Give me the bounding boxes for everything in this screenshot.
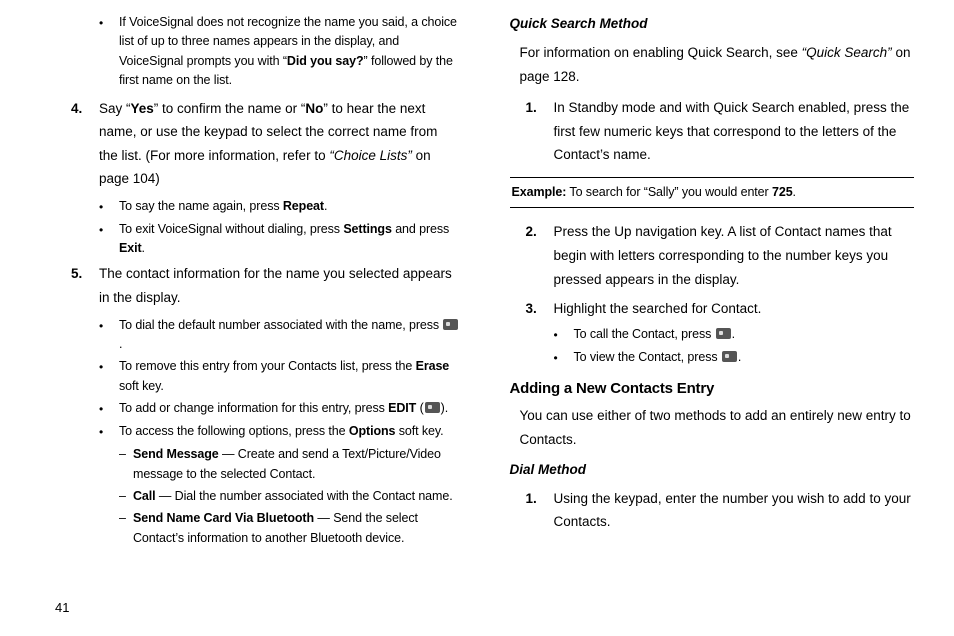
text-bold: Options <box>349 424 396 438</box>
text-bold: Did you say? <box>287 54 364 68</box>
text: . <box>738 350 741 364</box>
bullet-view-contact: • To view the Contact, press . <box>554 348 915 368</box>
bullet-access-options: • To access the following options, press… <box>99 422 460 442</box>
text: To add or change information for this en… <box>119 401 388 415</box>
example-label: Example: <box>512 185 567 199</box>
bullet-call-contact: • To call the Contact, press . <box>554 325 915 345</box>
step-number: 3. <box>526 297 554 321</box>
step-number: 4. <box>71 97 99 192</box>
dash-name-card: – Send Name Card Via Bluetooth — Send th… <box>119 509 460 548</box>
qs-step-1: 1. In Standby mode and with Quick Search… <box>526 96 915 167</box>
text: To call the Contact, press <box>574 327 715 341</box>
text-bold: Repeat <box>283 199 324 213</box>
text-bold: Send Name Card Via Bluetooth <box>133 511 314 525</box>
bullet-dot-icon: • <box>99 316 119 355</box>
send-key-icon <box>443 319 458 330</box>
text-bold: EDIT <box>388 401 416 415</box>
bullet-dot-icon: • <box>99 422 119 442</box>
text: ” to confirm the name or “ <box>154 101 306 116</box>
bullet-dial-default: • To dial the default number associated … <box>99 316 460 355</box>
bullet-dot-icon: • <box>554 348 574 368</box>
qs-step-2: 2. Press the Up navigation key. A list o… <box>526 220 915 291</box>
ok-key-icon <box>425 402 440 413</box>
heading-adding-contacts: Adding a New Contacts Entry <box>510 377 915 400</box>
text: To view the Contact, press <box>574 350 721 364</box>
bullet-dot-icon: • <box>99 220 119 259</box>
text: To remove this entry from your Contacts … <box>119 359 416 373</box>
text: To say the name again, press <box>119 199 283 213</box>
dash-icon: – <box>119 487 133 506</box>
dash-icon: – <box>119 509 133 548</box>
text: soft key. <box>119 379 164 393</box>
text: To search for “Sally” you would enter <box>566 185 772 199</box>
text: In Standby mode and with Quick Search en… <box>554 96 915 167</box>
heading-dial-method: Dial Method <box>510 460 915 481</box>
text: Press the Up navigation key. A list of C… <box>554 220 915 291</box>
bullet-dot-icon: • <box>554 325 574 345</box>
text: . <box>793 185 796 199</box>
bullet-dot-icon: • <box>99 399 119 419</box>
example-box: Example: To search for “Sally” you would… <box>510 177 915 208</box>
text-bold: 725 <box>772 185 793 199</box>
text-bold: Yes <box>131 101 154 116</box>
dash-send-message: – Send Message — Create and send a Text/… <box>119 445 460 484</box>
text: Highlight the searched for Contact. <box>554 297 915 321</box>
bullet-voicesignal: • If VoiceSignal does not recognize the … <box>99 13 460 91</box>
heading-quick-search-method: Quick Search Method <box>510 14 915 35</box>
text: and press <box>392 222 449 236</box>
text: To dial the default number associated wi… <box>119 318 442 332</box>
text: . <box>732 327 735 341</box>
text: Using the keypad, enter the number you w… <box>554 487 915 534</box>
step-number: 5. <box>71 262 99 309</box>
text: . <box>324 199 327 213</box>
text-italic: “Quick Search” <box>802 45 892 60</box>
step-number: 1. <box>526 96 554 167</box>
text: Say “ <box>99 101 131 116</box>
step-4: 4. Say “Yes” to confirm the name or “No”… <box>71 97 460 192</box>
text-italic: “Choice Lists” <box>329 148 412 163</box>
ok-key-icon <box>722 351 737 362</box>
text-bold: Exit <box>119 241 142 255</box>
dash-icon: – <box>119 445 133 484</box>
page-number: 41 <box>55 598 69 618</box>
text-bold: No <box>305 101 323 116</box>
text: . <box>119 337 122 351</box>
text: — Dial the number associated with the Co… <box>156 489 453 503</box>
bullet-repeat: • To say the name again, press Repeat. <box>99 197 460 217</box>
bullet-exit: • To exit VoiceSignal without dialing, p… <box>99 220 460 259</box>
text-bold: Settings <box>343 222 392 236</box>
text: To access the following options, press t… <box>119 424 349 438</box>
dash-call: – Call — Dial the number associated with… <box>119 487 460 506</box>
document-page: • If VoiceSignal does not recognize the … <box>0 0 954 636</box>
text-bold: Erase <box>416 359 450 373</box>
text-bold: Call <box>133 489 156 503</box>
text: To exit VoiceSignal without dialing, pre… <box>119 222 343 236</box>
bullet-dot-icon: • <box>99 197 119 217</box>
bullet-dot-icon: • <box>99 357 119 396</box>
text: The contact information for the name you… <box>99 262 460 309</box>
text: For information on enabling Quick Search… <box>520 45 802 60</box>
step-number: 1. <box>526 487 554 534</box>
text: ( <box>416 401 423 415</box>
qs-step-3: 3. Highlight the searched for Contact. <box>526 297 915 321</box>
dial-step-1: 1. Using the keypad, enter the number yo… <box>526 487 915 534</box>
left-column: • If VoiceSignal does not recognize the … <box>55 10 460 626</box>
send-key-icon <box>716 328 731 339</box>
bullet-add-change: • To add or change information for this … <box>99 399 460 419</box>
step-5: 5. The contact information for the name … <box>71 262 460 309</box>
text: soft key. <box>395 424 443 438</box>
text-bold: Send Message <box>133 447 219 461</box>
bullet-remove: • To remove this entry from your Contact… <box>99 357 460 396</box>
text: . <box>142 241 145 255</box>
step-number: 2. <box>526 220 554 291</box>
text: ). <box>441 401 448 415</box>
text: You can use either of two methods to add… <box>520 404 915 451</box>
right-column: Quick Search Method For information on e… <box>510 10 915 626</box>
bullet-dot-icon: • <box>99 13 119 91</box>
